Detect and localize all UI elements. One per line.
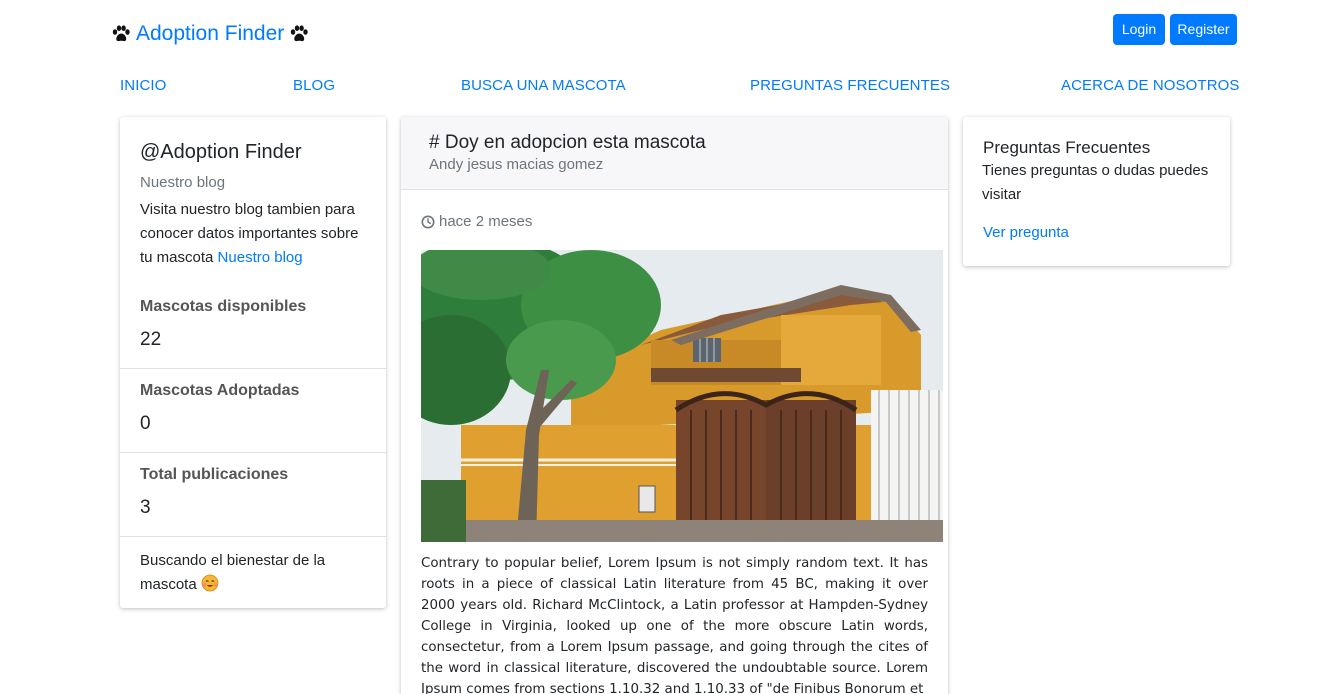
profile-card: @Adoption Finder Nuestro blog Visita nue… [120, 117, 386, 608]
stat-value: 0 [140, 413, 151, 434]
paw-icon [291, 25, 308, 42]
profile-subtitle: Nuestro blog [140, 174, 226, 191]
nav-preguntas-frecuentes[interactable]: PREGUNTAS FRECUENTES [750, 76, 950, 96]
stat-label: Mascotas Adoptadas [140, 382, 300, 399]
smiling-face-icon [201, 574, 219, 592]
faq-title: Preguntas Frecuentes [983, 138, 1151, 157]
post-card: # Doy en adopcion esta mascota Andy jesu… [401, 117, 948, 694]
post-meta: hace 2 meses [421, 213, 532, 230]
brand-title[interactable]: Adoption Finder [136, 20, 284, 48]
post-body: Contrary to popular belief, Lorem Ipsum … [421, 556, 928, 694]
post-image [421, 250, 943, 542]
stat-value: 3 [140, 497, 151, 518]
paw-icon [112, 25, 130, 42]
divider [120, 452, 386, 453]
clock-icon [421, 215, 435, 228]
nav-inicio[interactable]: INICIO [120, 76, 166, 96]
stat-value: 22 [140, 329, 162, 350]
stat-label: Total publicaciones [140, 466, 289, 483]
stat-adopted: Mascotas Adoptadas 0 [120, 381, 386, 435]
post-author: Andy jesus macias gomez [429, 156, 604, 173]
brand[interactable]: Adoption Finder [111, 20, 309, 48]
stat-publications: Total publicaciones 3 [120, 465, 386, 519]
post-time: hace 2 meses [439, 213, 533, 230]
profile-footer-text: Buscando el bienestar de la mascota [140, 552, 326, 593]
divider [120, 536, 386, 537]
nav-blog[interactable]: BLOG [293, 76, 335, 96]
nav-acerca-de-nosotros[interactable]: ACERCA DE NOSOTROS [1061, 76, 1240, 96]
stat-available: Mascotas disponibles 22 [120, 297, 386, 351]
register-button[interactable]: Register [1170, 14, 1237, 45]
post-header: # Doy en adopcion esta mascota Andy jesu… [401, 117, 948, 190]
divider [120, 368, 386, 369]
faq-link[interactable]: Ver pregunta [983, 223, 1210, 243]
stat-label: Mascotas disponibles [140, 298, 307, 315]
post-title[interactable]: # Doy en adopcion esta mascota [429, 131, 920, 155]
blog-link[interactable]: Nuestro blog [218, 249, 303, 266]
profile-description: Visita nuestro blog tambien para conocer… [140, 198, 366, 270]
profile-title: @Adoption Finder [140, 141, 302, 163]
nav-busca-mascota[interactable]: BUSCA UNA MASCOTA [461, 76, 626, 96]
login-button[interactable]: Login [1113, 14, 1165, 45]
faq-card: Preguntas Frecuentes Tienes preguntas o … [963, 117, 1230, 266]
profile-footer: Buscando el bienestar de la mascota [140, 549, 370, 597]
faq-text: Tienes preguntas o dudas puedes visitar [982, 162, 1209, 203]
